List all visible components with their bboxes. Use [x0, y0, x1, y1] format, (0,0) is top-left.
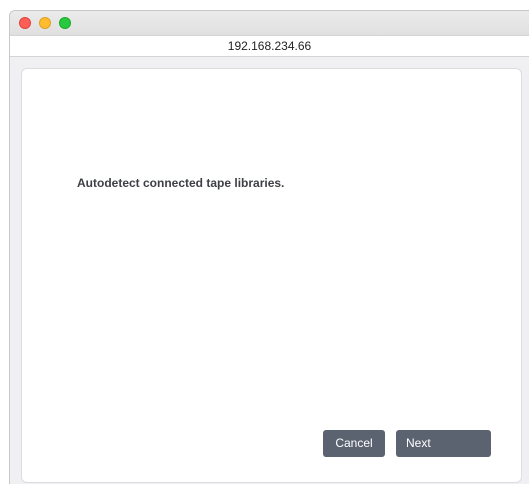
browser-window: 192.168.234.66 Autodetect connected tape…: [9, 10, 529, 484]
title-bar: [10, 11, 529, 35]
minimize-window-button[interactable]: [39, 17, 51, 29]
address-bar[interactable]: 192.168.234.66: [10, 35, 529, 57]
wizard-panel: Autodetect connected tape libraries. Can…: [21, 68, 522, 483]
address-text: 192.168.234.66: [227, 39, 312, 53]
zoom-window-button[interactable]: [59, 17, 71, 29]
autodetect-message: Autodetect connected tape libraries.: [77, 176, 285, 190]
next-button[interactable]: Next: [396, 430, 491, 457]
close-window-button[interactable]: [19, 17, 31, 29]
cancel-button[interactable]: Cancel: [323, 430, 385, 457]
